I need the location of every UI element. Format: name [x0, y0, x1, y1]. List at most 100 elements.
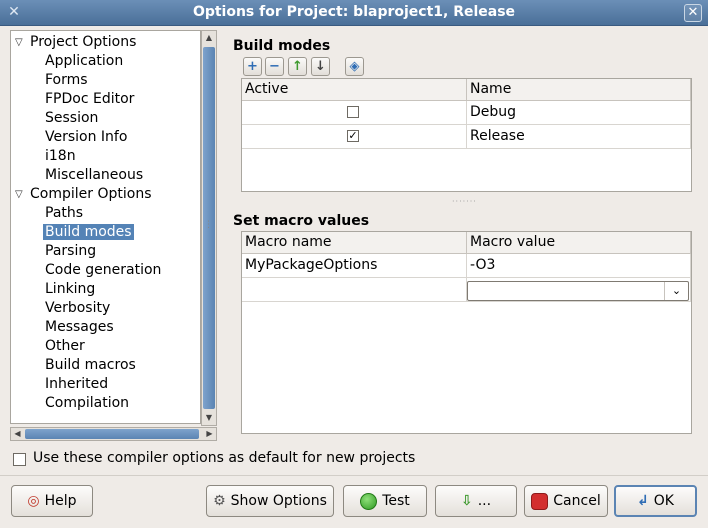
help-lifebuoy-icon: ◎ [27, 493, 40, 509]
macro-name-cell-empty[interactable] [242, 278, 467, 302]
tree-item[interactable]: Compiler Options [30, 185, 151, 204]
show-options-label: Show Options [230, 493, 327, 509]
macro-value-cell[interactable]: -O3 [467, 254, 691, 278]
export-button[interactable]: ⇩... [435, 485, 517, 517]
move-down-icon: ↓ [315, 59, 326, 74]
tree-item[interactable]: Other [45, 337, 85, 356]
tree-item-label: Verbosity [45, 300, 111, 316]
tree-item-label: Session [45, 110, 99, 126]
active-checkbox[interactable] [347, 106, 359, 118]
title-bar: ✕ Options for Project: blaproject1, Rele… [0, 0, 708, 26]
tree-item[interactable]: Miscellaneous [45, 166, 143, 185]
tree-item-label: Other [45, 338, 85, 354]
tree-item-label: Messages [45, 319, 114, 335]
test-button[interactable]: Test [343, 485, 427, 517]
expand-toggle-icon[interactable]: ▽ [15, 37, 23, 48]
close-icon[interactable]: ✕ [684, 4, 702, 22]
macro-values-grid: Macro name Macro value MyPackageOptions … [241, 231, 692, 434]
tree-item[interactable]: Build modes [43, 223, 134, 242]
default-options-label[interactable]: Use these compiler options as default fo… [33, 450, 415, 466]
window-title: Options for Project: blaproject1, Releas… [192, 4, 516, 20]
tree-item[interactable]: Application [45, 52, 123, 71]
tree-item-label: Build macros [45, 357, 136, 373]
green-circle-icon [360, 492, 378, 510]
scroll-up-icon[interactable]: ▲ [202, 31, 216, 45]
tree-item[interactable]: Code generation [45, 261, 161, 280]
tree-item-label: Miscellaneous [45, 167, 144, 183]
add-icon: + [247, 59, 258, 74]
expand-toggle-icon[interactable]: ▽ [15, 189, 23, 200]
tree-item[interactable]: Build macros [45, 356, 136, 375]
column-header-macro-name[interactable]: Macro name [242, 232, 467, 254]
tree-item[interactable]: Forms [45, 71, 88, 90]
tree-item[interactable]: Linking [45, 280, 95, 299]
column-header-name[interactable]: Name [467, 79, 691, 101]
tree-item-label: Compilation [45, 395, 130, 411]
move-up-button[interactable]: ↑ [288, 57, 307, 76]
macro-value-combobox[interactable]: ⌄ [467, 281, 689, 301]
cancel-button-label: Cancel [553, 493, 601, 509]
build-modes-grid: Active Name Debug ✓ Release [241, 78, 692, 192]
cancel-button[interactable]: Cancel [524, 485, 608, 517]
tree-item-label: Linking [45, 281, 96, 297]
remove-build-mode-button[interactable]: − [265, 57, 284, 76]
enter-arrow-icon: ↲ [637, 493, 649, 509]
options-tree: ▽ Project Options Application Forms FPDoc Ed… [10, 30, 201, 424]
chevron-down-icon[interactable]: ⌄ [664, 282, 688, 300]
diff-build-modes-button[interactable]: ◈ [345, 57, 364, 76]
download-icon: ⇩ [460, 493, 473, 509]
tree-item-label: Build modes [43, 224, 134, 240]
scroll-down-icon[interactable]: ▼ [202, 411, 216, 425]
tree-item-label: Compiler Options [30, 186, 152, 202]
tree-item[interactable]: Parsing [45, 242, 96, 261]
move-down-button[interactable]: ↓ [311, 57, 330, 76]
tree-horizontal-scrollbar[interactable]: ◀ ▶ [10, 427, 217, 441]
tree-item-label: Parsing [45, 243, 97, 259]
show-options-button[interactable]: ⚙ Show Options [206, 485, 334, 517]
remove-icon: − [269, 59, 280, 74]
stop-icon [531, 492, 549, 510]
default-options-checkbox[interactable] [13, 453, 26, 466]
tree-item[interactable]: Session [45, 109, 98, 128]
tree-item[interactable]: Messages [45, 318, 114, 337]
tree-item-label: Forms [45, 72, 88, 88]
build-modes-title: Build modes [233, 38, 331, 54]
splitter-grip-icon[interactable]: ⋮ [204, 220, 213, 234]
tree-item[interactable]: Compilation [45, 394, 129, 413]
macro-name-cell[interactable]: MyPackageOptions [242, 254, 467, 278]
tree-item-label: Version Info [45, 129, 128, 145]
tree-item[interactable]: i18n [45, 147, 76, 166]
macro-values-title: Set macro values [233, 213, 370, 229]
scrollbar-thumb[interactable] [25, 429, 199, 439]
export-button-label: ... [477, 493, 492, 509]
tree-item[interactable]: Paths [45, 204, 83, 223]
column-header-active[interactable]: Active [242, 79, 467, 101]
help-button[interactable]: ◎ Help [11, 485, 93, 517]
tree-item-label: i18n [45, 148, 76, 164]
tree-item[interactable]: Verbosity [45, 299, 110, 318]
tree-item[interactable]: FPDoc Editor [45, 90, 134, 109]
build-mode-name-cell[interactable]: Release [467, 125, 691, 149]
tree-item-label: Paths [45, 205, 84, 221]
tree-item-label: Inherited [45, 376, 109, 392]
section-splitter-grip[interactable]: ······· [452, 197, 476, 206]
scroll-right-icon[interactable]: ▶ [203, 428, 216, 440]
tree-item[interactable]: Project Options [30, 33, 136, 52]
tree-item-label: Project Options [30, 34, 137, 50]
tree-item[interactable]: Version Info [45, 128, 127, 147]
tree-item-label: Code generation [45, 262, 162, 278]
help-button-label: Help [44, 493, 77, 509]
table-row-active-cell[interactable]: ✓ [242, 125, 467, 149]
ok-button[interactable]: ↲ OK [614, 485, 697, 517]
tree-item-label: FPDoc Editor [45, 91, 135, 107]
tree-item[interactable]: Inherited [45, 375, 108, 394]
build-mode-name-cell[interactable]: Debug [467, 101, 691, 125]
column-header-macro-value[interactable]: Macro value [467, 232, 691, 254]
active-checkbox-checked[interactable]: ✓ [347, 130, 359, 142]
scroll-left-icon[interactable]: ◀ [11, 428, 24, 440]
table-row-active-cell[interactable] [242, 101, 467, 125]
gear-icon: ⚙ [213, 493, 226, 509]
ok-button-label: OK [653, 493, 674, 509]
tree-item-label: Application [45, 53, 124, 69]
add-build-mode-button[interactable]: + [243, 57, 262, 76]
